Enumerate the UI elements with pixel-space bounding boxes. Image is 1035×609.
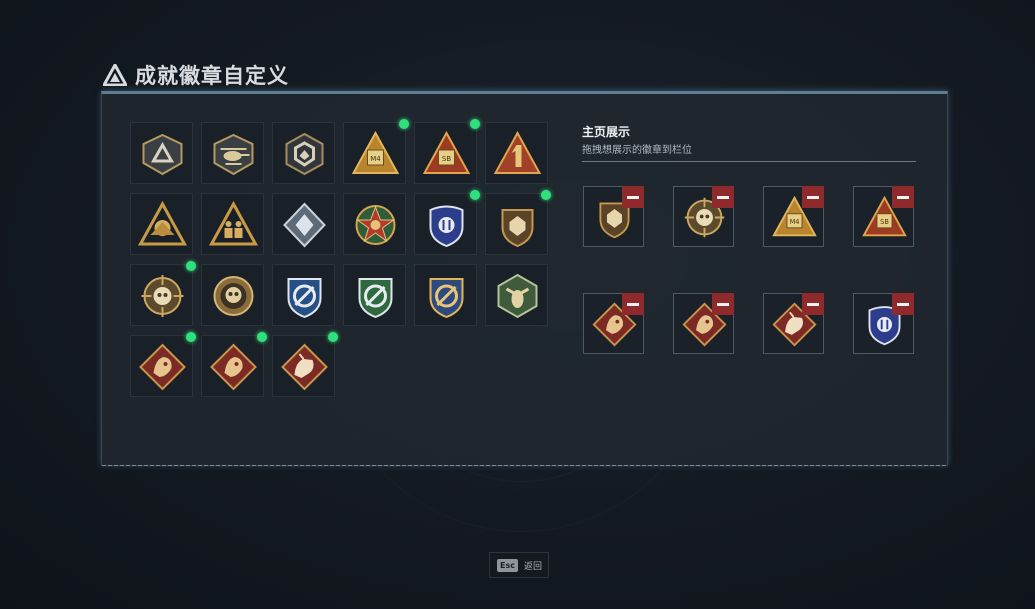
red-dragon-diamond-icon — [139, 343, 186, 391]
remove-badge-button[interactable] — [802, 186, 824, 208]
showcase-slot[interactable]: M4 — [763, 186, 824, 247]
badge-cell[interactable] — [130, 332, 196, 397]
badge-cell[interactable] — [343, 264, 406, 326]
green-hex-wasp-icon — [497, 273, 538, 319]
badge-cell[interactable] — [130, 122, 193, 184]
new-indicator-dot — [186, 332, 196, 342]
minus-icon — [627, 302, 639, 306]
gold-triangle-m4-icon: M4 — [351, 130, 400, 174]
svg-text:SB: SB — [880, 218, 889, 226]
delta-logo-icon — [103, 64, 127, 86]
red-star-medal-icon — [355, 205, 396, 245]
badge-cell[interactable] — [414, 190, 480, 255]
new-indicator-dot — [186, 261, 196, 271]
gold-wrench-shield-icon — [429, 278, 464, 319]
showcase-slot[interactable] — [763, 293, 824, 354]
new-indicator-dot — [399, 119, 409, 129]
badge-cell[interactable] — [414, 264, 477, 326]
new-indicator-dot — [541, 190, 551, 200]
remove-badge-button[interactable] — [892, 293, 914, 315]
minus-icon — [717, 302, 729, 306]
showcase-slot[interactable] — [673, 293, 734, 354]
badge-cell[interactable] — [343, 193, 406, 255]
badge-cell[interactable]: SB — [414, 119, 480, 184]
helicopter-insignia-icon — [213, 133, 254, 176]
remove-badge-button[interactable] — [802, 293, 824, 315]
new-indicator-dot — [328, 332, 338, 342]
red-dragon-diamond-icon — [210, 343, 257, 391]
minus-icon — [897, 302, 909, 306]
badge-cell[interactable] — [201, 264, 264, 326]
badge-cell[interactable]: M4 — [343, 119, 409, 184]
minus-icon — [807, 195, 819, 199]
minus-icon — [807, 302, 819, 306]
showcase-divider — [582, 161, 916, 162]
skull-crosshair-icon — [141, 275, 184, 317]
badge-cell[interactable] — [485, 122, 548, 184]
remove-badge-button[interactable] — [892, 186, 914, 208]
showcase-subtitle: 拖拽想展示的徽章到栏位 — [582, 145, 692, 156]
badge-cell[interactable] — [201, 122, 264, 184]
showcase-slot[interactable] — [853, 293, 914, 354]
badge-cell[interactable] — [201, 332, 267, 397]
svg-text:M4: M4 — [370, 155, 381, 163]
gold-skull-medal-icon — [213, 276, 254, 316]
bronze-shield-icon — [501, 209, 534, 248]
page-title: 成就徽章自定义 — [135, 64, 289, 88]
showcase-title: 主页展示 — [582, 125, 631, 139]
showcase-slot[interactable]: SB — [853, 186, 914, 247]
page-header: 成就徽章自定义 — [103, 60, 289, 90]
badge-cell[interactable] — [485, 264, 548, 326]
remove-badge-button[interactable] — [712, 293, 734, 315]
badge-cell[interactable] — [201, 193, 264, 255]
remove-badge-button[interactable] — [622, 186, 644, 208]
svg-text:M4: M4 — [790, 218, 800, 226]
badge-cell[interactable] — [130, 261, 196, 326]
new-indicator-dot — [470, 190, 480, 200]
badge-cell[interactable] — [272, 122, 335, 184]
showcase-slot[interactable] — [673, 186, 734, 247]
badge-cell[interactable] — [130, 193, 193, 255]
badge-cell[interactable] — [485, 190, 551, 255]
triangle-number-one-icon — [493, 130, 542, 174]
badge-cell[interactable] — [272, 264, 335, 326]
minus-icon — [717, 195, 729, 199]
silver-diamond-icon — [283, 202, 326, 248]
minus-icon — [897, 195, 909, 199]
badge-panel: M4 SB 主页展示 拖拽想展示的徽章到栏位 M4 SB — [101, 91, 948, 466]
minus-icon — [627, 195, 639, 199]
remove-badge-button[interactable] — [712, 186, 734, 208]
hexagon-emblem-icon — [285, 132, 324, 176]
gold-triangle-soldiers-icon — [208, 200, 259, 246]
showcase-slot[interactable] — [583, 293, 644, 354]
blue-wrench-shield-icon — [287, 278, 322, 319]
remove-badge-button[interactable] — [622, 293, 644, 315]
new-indicator-dot — [257, 332, 267, 342]
esc-key-hint: Esc — [497, 558, 518, 572]
back-button[interactable]: Esc 返回 — [489, 552, 549, 578]
police-shield-icon — [429, 205, 464, 248]
triangle-insignia-icon — [142, 133, 183, 176]
showcase-slot[interactable] — [583, 186, 644, 247]
red-triangle-sb-icon: SB — [422, 130, 471, 174]
badge-cell[interactable] — [272, 332, 338, 397]
back-label: 返回 — [523, 561, 542, 572]
svg-text:SB: SB — [442, 155, 451, 163]
red-beast-diamond-icon — [281, 343, 328, 391]
badge-cell[interactable] — [272, 193, 335, 255]
green-wrench-shield-icon — [358, 278, 393, 319]
new-indicator-dot — [470, 119, 480, 129]
gold-triangle-crest-icon — [137, 200, 188, 246]
